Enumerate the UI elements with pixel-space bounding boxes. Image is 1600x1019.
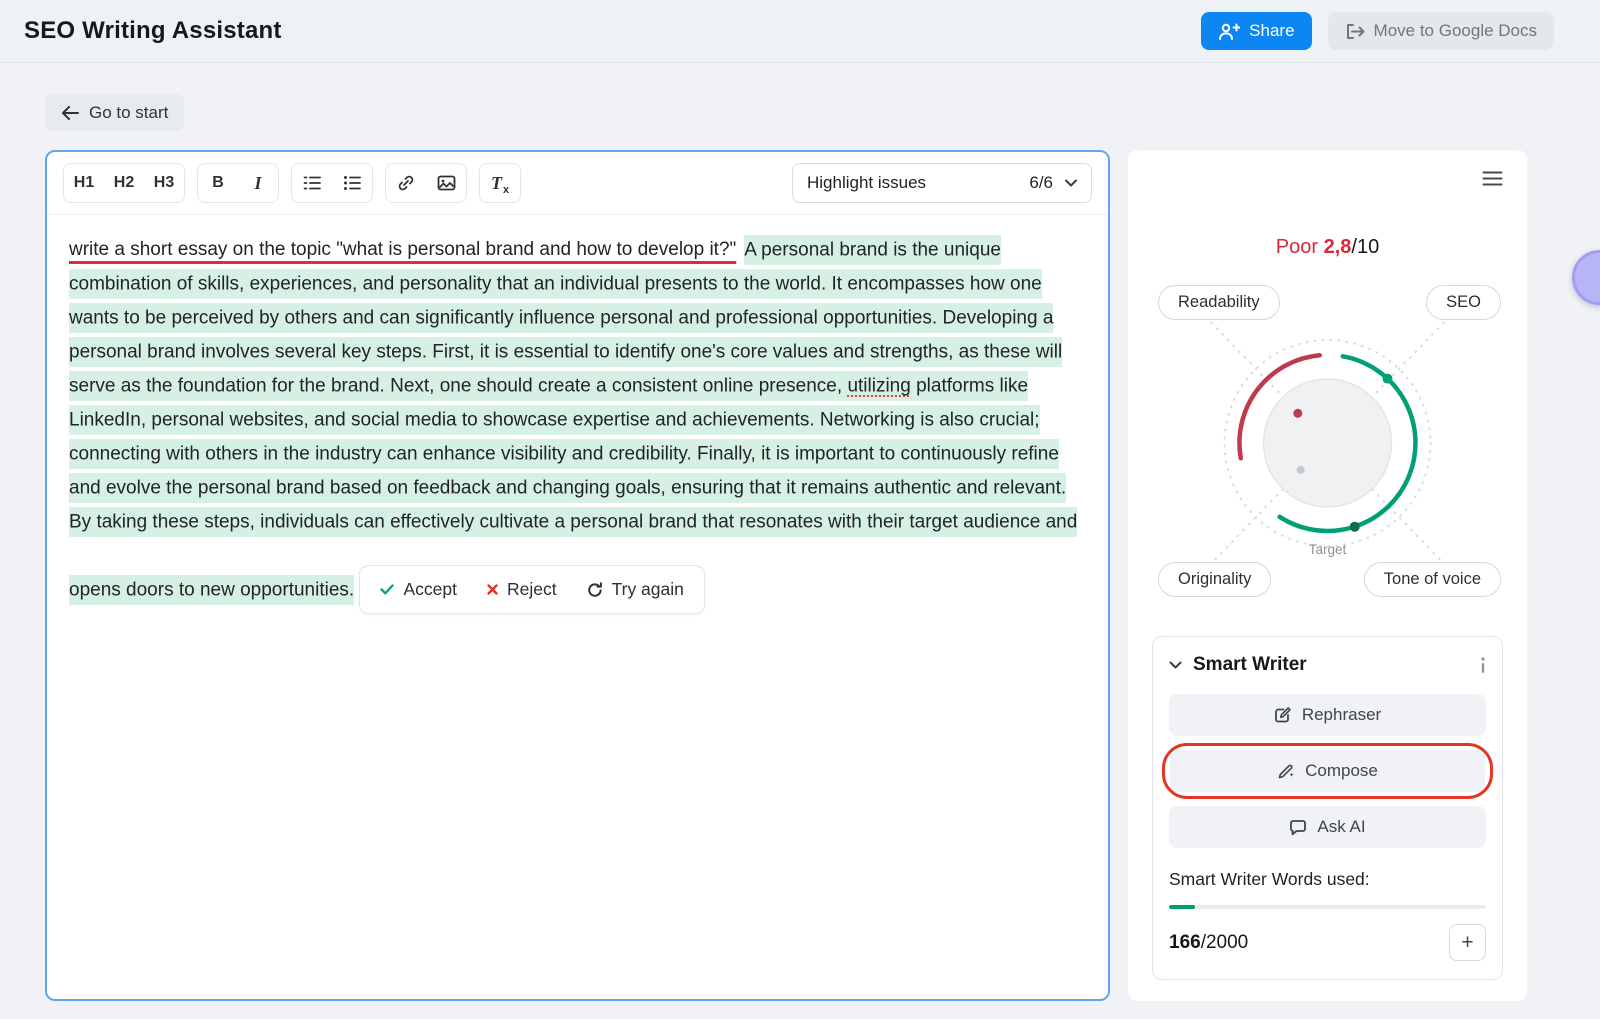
- compose-label: Compose: [1305, 761, 1378, 781]
- share-label: Share: [1249, 21, 1294, 41]
- issues-count: 6/6: [1029, 173, 1053, 193]
- score-gauge: Target Readability SEO Originality Tone …: [1152, 285, 1503, 597]
- reject-button[interactable]: Reject: [487, 579, 557, 600]
- bold-button[interactable]: B: [198, 164, 238, 202]
- accept-button[interactable]: Accept: [380, 579, 457, 600]
- add-words-button[interactable]: +: [1449, 924, 1486, 961]
- smart-writer-card: Smart Writer Rephraser: [1152, 636, 1503, 980]
- image-icon: [437, 175, 456, 191]
- heading1-button[interactable]: H1: [64, 164, 104, 202]
- originality-pill[interactable]: Originality: [1158, 562, 1271, 597]
- export-icon: [1345, 23, 1365, 40]
- smart-writer-header[interactable]: Smart Writer: [1169, 654, 1486, 676]
- heading3-button[interactable]: H3: [144, 164, 184, 202]
- smart-writer-buttons: Rephraser Compose Ask AI: [1169, 694, 1486, 848]
- words-used-progress-fill: [1169, 905, 1195, 909]
- link-button[interactable]: [386, 164, 426, 202]
- refresh-icon: [587, 582, 603, 598]
- move-to-google-docs-label: Move to Google Docs: [1374, 21, 1537, 41]
- words-count: 166/2000: [1169, 932, 1248, 954]
- seo-score-dot: [1383, 374, 1393, 384]
- person-plus-icon: [1218, 23, 1240, 40]
- link-icon: [397, 174, 415, 192]
- try-again-label: Try again: [612, 579, 684, 600]
- prompt-text: write a short essay on the topic "what i…: [69, 239, 736, 260]
- seo-pill[interactable]: SEO: [1426, 285, 1501, 320]
- header-actions: Share Move to Google Docs: [1201, 12, 1554, 50]
- words-used-label: Smart Writer Words used:: [1169, 869, 1486, 890]
- list-group: [291, 163, 373, 203]
- page-title: SEO Writing Assistant: [24, 17, 282, 45]
- move-to-google-docs-button[interactable]: Move to Google Docs: [1328, 12, 1554, 50]
- score-value: 2,8: [1324, 236, 1352, 258]
- arrow-left-icon: [61, 106, 79, 120]
- ask-ai-label: Ask AI: [1317, 817, 1365, 837]
- editor-toolbar: H1 H2 H3 B I: [47, 152, 1108, 215]
- clear-formatting-icon: T: [491, 173, 502, 194]
- go-to-start-button[interactable]: Go to start: [45, 94, 184, 131]
- score-sidebar: Poor 2,8/10 Target Readability SEO Origi…: [1128, 150, 1527, 1001]
- words-used-progressbar: [1169, 905, 1486, 909]
- app-header: SEO Writing Assistant Share Move to Goog…: [0, 0, 1600, 63]
- text-style-group: B I: [197, 163, 279, 203]
- go-to-start-label: Go to start: [89, 103, 168, 123]
- hamburger-menu-icon[interactable]: [1482, 171, 1503, 186]
- ai-suggestion-action-bar: Accept Reject Try again: [359, 565, 704, 614]
- gauge-chart: Target: [1152, 285, 1503, 597]
- highlight-issues-label: Highlight issues: [807, 173, 1029, 193]
- originality-score-dot: [1297, 466, 1305, 474]
- rephraser-label: Rephraser: [1302, 705, 1381, 725]
- clear-format-group: Tx: [479, 163, 521, 203]
- accept-label: Accept: [403, 579, 457, 600]
- bullet-list-button[interactable]: [332, 164, 372, 202]
- clear-formatting-button[interactable]: Tx: [480, 164, 520, 202]
- insert-group: [385, 163, 467, 203]
- share-button[interactable]: Share: [1201, 12, 1311, 50]
- compose-highlight-annotation: Compose: [1162, 743, 1493, 799]
- words-used-row: 166/2000 +: [1169, 924, 1486, 961]
- try-again-button[interactable]: Try again: [587, 579, 684, 600]
- flagged-word[interactable]: utilizing: [847, 371, 910, 401]
- overall-score: Poor 2,8/10: [1152, 236, 1503, 259]
- chevron-down-icon: [1169, 661, 1182, 669]
- chevron-down-icon: [1065, 179, 1077, 187]
- smart-writer-title: Smart Writer: [1193, 654, 1469, 676]
- reject-label: Reject: [507, 579, 557, 600]
- ordered-list-button[interactable]: [292, 164, 332, 202]
- check-icon: [380, 584, 394, 595]
- heading2-button[interactable]: H2: [104, 164, 144, 202]
- score-max: /10: [1351, 236, 1379, 258]
- ordered-list-icon: [303, 175, 321, 191]
- rephraser-button[interactable]: Rephraser: [1169, 694, 1486, 736]
- content-row: H1 H2 H3 B I: [45, 150, 1600, 1001]
- words-used-value: 166: [1169, 932, 1201, 953]
- chat-bubble-icon: [1289, 819, 1307, 836]
- target-label: Target: [1309, 542, 1347, 557]
- rephraser-icon: [1274, 706, 1292, 724]
- readability-pill[interactable]: Readability: [1158, 285, 1280, 320]
- heading-group: H1 H2 H3: [63, 163, 185, 203]
- editor-panel: H1 H2 H3 B I: [45, 150, 1110, 1001]
- tone-score-dot: [1350, 522, 1360, 532]
- sidebar-top-bar: [1152, 150, 1503, 206]
- compose-icon: [1277, 762, 1295, 780]
- info-icon[interactable]: [1480, 657, 1486, 673]
- score-label: Poor: [1276, 236, 1318, 258]
- image-button[interactable]: [426, 164, 466, 202]
- compose-button[interactable]: Compose: [1170, 750, 1485, 792]
- bullet-list-icon: [343, 175, 361, 191]
- tone-of-voice-pill[interactable]: Tone of voice: [1364, 562, 1501, 597]
- highlight-issues-dropdown[interactable]: Highlight issues 6/6: [792, 163, 1092, 203]
- words-total-value: /2000: [1201, 932, 1249, 953]
- italic-button[interactable]: I: [238, 164, 278, 202]
- x-icon: [487, 584, 498, 595]
- readability-score-dot: [1293, 409, 1302, 418]
- ask-ai-button[interactable]: Ask AI: [1169, 806, 1486, 848]
- editor-text-area[interactable]: write a short essay on the topic "what i…: [47, 215, 1108, 614]
